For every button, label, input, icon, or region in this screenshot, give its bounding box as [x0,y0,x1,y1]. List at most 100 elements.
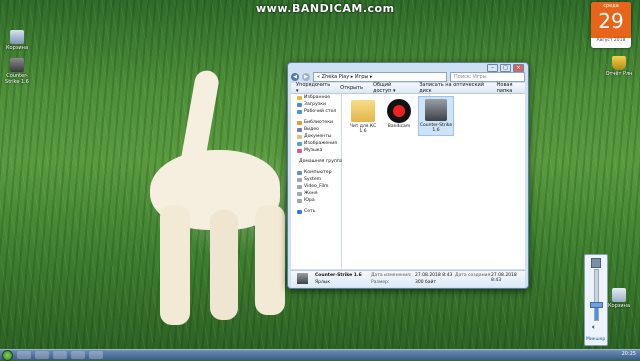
nav-item-label: Домашняя группа [299,159,343,164]
address-bar[interactable]: « Zheka Play ▸ Игры ▸ [313,71,447,82]
details-pane: Counter-Strike 1.6 Ярлык Дата изменения:… [291,270,525,287]
nav-item[interactable]: Video_Film [291,183,341,190]
nav-item-icon [297,170,302,175]
details-icon [297,273,308,284]
nav-item-icon [297,184,302,189]
new-folder-button[interactable]: Новая папка [497,82,525,94]
nav-item-icon [297,134,302,139]
calendar-weekday: среда [603,3,619,9]
file-item-cs[interactable]: Counter-Strike 1.6 [418,96,454,136]
details-created-label: Дата создания: [455,273,492,278]
dog-leg [255,205,285,315]
nav-item[interactable]: Рабочий стол [291,108,341,115]
nav-item-icon [297,120,302,125]
volume-slider[interactable] [594,269,599,321]
file-view: Чит для КС 1.6 Bandicam Counter-Strike 1… [342,94,525,269]
desktop-icon-label: Корзина [607,303,631,309]
nav-item[interactable]: Библиотеки [291,119,341,126]
nav-item[interactable]: Изображения [291,140,341,147]
details-created: 27.08.2018 8:43 [491,273,517,283]
nav-item-icon [297,102,302,107]
nav-item-label: Женя [304,191,318,196]
nav-item[interactable]: Компьютер [291,169,341,176]
nav-item[interactable]: Документы [291,133,341,140]
nav-item[interactable]: Сеть [291,208,341,215]
open-button[interactable]: Открыть [340,85,363,91]
nav-item[interactable]: Видео [291,126,341,133]
calendar-gadget[interactable]: среда 29 Август 2018 [591,2,631,48]
details-name: Counter-Strike 1.6 [315,273,362,278]
speaker-icon[interactable]: 🔈︎ [592,323,596,332]
nav-item-icon [297,209,302,214]
desktop-icon-report[interactable]: Отчёт Рлн [604,56,634,77]
search-input[interactable]: Поиск: Игры [450,71,525,82]
taskbar-button-explorer[interactable] [17,351,31,359]
shield-icon [612,56,626,70]
nav-item-icon [297,198,302,203]
folder-icon [351,100,375,122]
taskbar-button-browser[interactable] [53,351,67,359]
taskbar-button-app[interactable] [71,351,85,359]
nav-item-label: Загрузки [304,102,327,107]
command-bar: Упорядочить ▾ Открыть Общий доступ ▾ Зап… [291,82,525,94]
calendar-month: Август 2018 [596,38,626,43]
forward-button[interactable]: ▶ [302,72,310,81]
navigation-pane: Избранное Загрузки Рабочий стол Библиотеки В… [291,94,343,269]
volume-popup: 🔈︎ Микшер [584,254,608,346]
recycle-bin-icon [10,30,24,44]
nav-item-icon [297,95,302,100]
desktop-icon-label: Counter-Strike 1.6 [5,73,29,85]
nav-item-label: Музыка [304,148,323,153]
nav-item-label: Видео [304,127,319,132]
details-modified: 27.08.2018 8:43 [415,273,453,278]
details-size: 300 байт [415,280,437,285]
nav-item-label: Сеть [304,209,316,214]
nav-item-label: Video_Film [304,184,329,189]
nav-item[interactable]: Домашняя группа [291,158,343,165]
details-type: Ярлык [315,280,331,285]
nav-item-label: Изображения [304,141,337,146]
nav-item-label: System [304,177,322,182]
nav-item[interactable]: Загрузки [291,101,341,108]
taskbar-button-bandicam[interactable] [89,351,103,359]
nav-item-label: Избранное [304,95,331,100]
file-item-folder[interactable]: Чит для КС 1.6 [346,98,380,134]
counter-strike-icon [10,58,24,72]
nav-item-icon [297,127,302,132]
desktop-icon-trash[interactable]: Корзина [604,288,634,309]
nav-item-label: Рабочий стол [304,109,337,114]
back-button[interactable]: ◀ [291,72,299,81]
calendar-date: 29 [598,9,624,33]
counter-strike-icon [425,99,447,121]
nav-item-label: Юра [304,198,315,203]
share-button[interactable]: Общий доступ ▾ [373,82,409,94]
explorer-window: – □ × ◀ ▶ « Zheka Play ▸ Игры ▸ Поиск: И… [287,62,529,289]
burn-button[interactable]: Записать на оптический диск [419,82,486,94]
nav-item[interactable]: Музыка [291,147,341,154]
nav-item[interactable]: System [291,176,341,183]
desktop-icon-recycle[interactable]: Корзина [2,30,32,51]
organize-button[interactable]: Упорядочить ▾ [296,82,330,94]
bandicam-icon [387,99,411,123]
taskbar: 20:25 [0,349,640,361]
file-item-bandicam[interactable]: Bandicam [382,98,416,129]
nav-item[interactable]: Юра [291,197,341,204]
taskbar-button-media[interactable] [35,351,49,359]
title-bar[interactable]: – □ × [288,63,528,72]
details-size-label: Размер: [371,280,390,285]
start-button[interactable] [2,349,13,361]
recycle-bin-icon [612,288,626,302]
nav-item[interactable]: Избранное [291,94,341,101]
desktop-icon-cs[interactable]: Counter-Strike 1.6 [2,58,32,85]
nav-item[interactable]: Женя [291,190,341,197]
volume-slider-thumb[interactable] [590,302,603,308]
nav-item-icon [297,109,302,114]
system-clock[interactable]: 20:25 [622,351,636,357]
bandicam-watermark: www.BANDICAM.com [256,2,395,15]
dog-leg [160,205,190,325]
nav-item-icon [297,191,302,196]
mixer-link[interactable]: Микшер [586,337,605,342]
file-label: Bandicam [387,124,411,129]
speaker-device-icon [591,258,601,268]
nav-item-icon [297,177,302,182]
